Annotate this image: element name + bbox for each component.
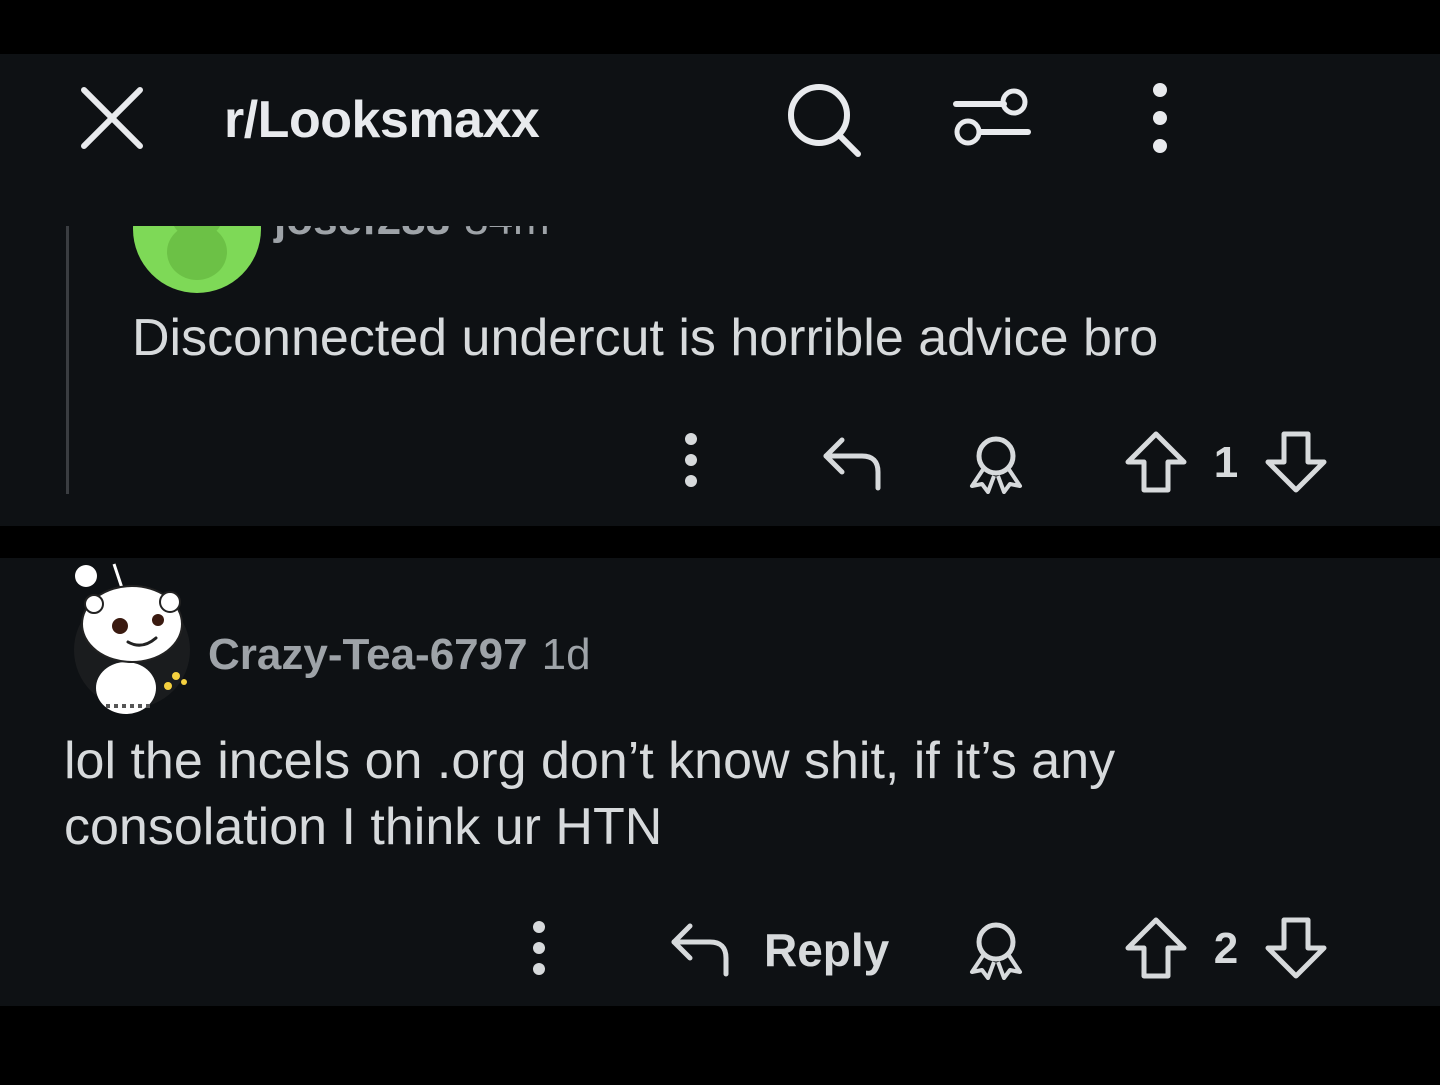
comment-meta: Crazy-Tea-6797 1d [208,630,591,680]
more-vertical-icon[interactable] [528,918,550,978]
vote-count: 1 [1213,438,1239,487]
comment: Crazy-Tea-6797 1d lol the incels on .org … [0,558,1440,1006]
reply-arrow-icon[interactable] [820,434,884,492]
more-vertical-icon[interactable] [680,430,702,490]
username[interactable]: Crazy-Tea-6797 [208,630,528,679]
reply-button[interactable]: Reply [764,924,889,976]
timestamp: 34m [464,226,550,244]
upvote-arrow-icon[interactable] [1124,430,1188,494]
comment: josef288 34m Disconnected undercut is hor… [0,226,1440,526]
timestamp: 1d [541,630,591,679]
downvote-arrow-icon[interactable] [1264,430,1328,494]
bottom-area [0,1006,1440,1085]
comment-meta: josef288 34m [274,226,550,244]
avatar[interactable] [66,558,196,718]
subreddit-title[interactable]: r/Looksmaxx [224,92,540,148]
top-app-bar [0,54,1440,226]
reply-arrow-icon[interactable] [668,920,732,978]
more-vertical-icon[interactable] [1140,80,1180,156]
avatar[interactable] [132,226,262,298]
comment-body: Disconnected undercut is horrible advice… [132,309,1159,367]
comment-body: lol the incels on .org don’t know shit, … [64,732,1116,856]
upvote-arrow-icon[interactable] [1124,916,1188,980]
username[interactable]: josef288 [274,226,450,244]
thread-line[interactable] [66,226,69,494]
divider [0,526,1440,558]
close-icon[interactable] [80,86,144,150]
award-icon[interactable] [966,434,1026,494]
vote-count: 2 [1213,924,1239,973]
filter-icon[interactable] [952,84,1032,152]
downvote-arrow-icon[interactable] [1264,916,1328,980]
search-icon[interactable] [786,82,862,158]
award-icon[interactable] [966,920,1026,980]
screen: r/Looksmaxx Disconnected undercut is hor… [0,0,1440,1085]
